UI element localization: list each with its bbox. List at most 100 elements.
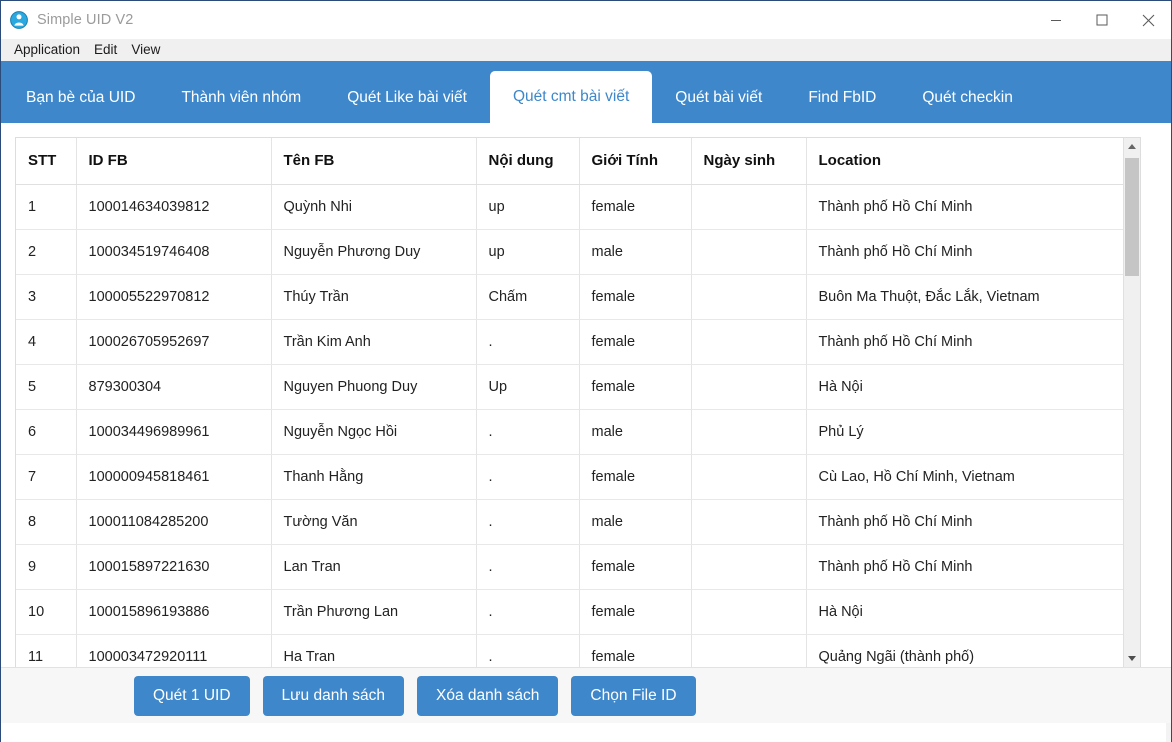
- cell-ngay-sinh[interactable]: [691, 184, 807, 230]
- table-vertical-scrollbar[interactable]: [1123, 138, 1140, 667]
- cell-ten-fb[interactable]: Trần Kim Anh: [271, 319, 477, 365]
- cell-ten-fb[interactable]: Thanh Hằng: [271, 454, 477, 500]
- cell-location[interactable]: Buôn Ma Thuột, Đắc Lắk, Vietnam: [806, 274, 1123, 320]
- cell-gioi-tinh[interactable]: male: [579, 229, 692, 275]
- tab-quet-bai-viet[interactable]: Quét bài viết: [652, 73, 785, 123]
- cell-gioi-tinh[interactable]: female: [579, 274, 692, 320]
- cell-ten-fb[interactable]: Nguyễn Ngọc Hồi: [271, 409, 477, 455]
- cell-stt[interactable]: 4: [16, 319, 77, 365]
- cell-id-fb[interactable]: 100015897221630: [76, 544, 272, 590]
- cell-id-fb[interactable]: 100015896193886: [76, 589, 272, 635]
- cell-ngay-sinh[interactable]: [691, 544, 807, 590]
- cell-noi-dung[interactable]: .: [476, 634, 580, 667]
- cell-stt[interactable]: 1: [16, 184, 77, 230]
- cell-noi-dung[interactable]: up: [476, 229, 580, 275]
- minimize-button[interactable]: [1033, 1, 1079, 39]
- table-row[interactable]: 10 100015896193886 Trần Phương Lan. female H…: [16, 589, 1123, 635]
- xoa-danh-sach-button[interactable]: Xóa danh sách: [416, 675, 559, 716]
- tab-ban-be-cua-uid[interactable]: Bạn bè của UID: [3, 73, 158, 123]
- cell-stt[interactable]: 2: [16, 229, 77, 275]
- cell-gioi-tinh[interactable]: female: [579, 634, 692, 667]
- cell-id-fb[interactable]: 879300304: [76, 364, 272, 410]
- cell-ten-fb[interactable]: Thúy Trần: [271, 274, 477, 320]
- quet-1-uid-button[interactable]: Quét 1 UID: [134, 675, 250, 716]
- cell-noi-dung[interactable]: .: [476, 409, 580, 455]
- tab-find-fbid[interactable]: Find FbID: [785, 73, 899, 123]
- luu-danh-sach-button[interactable]: Lưu danh sách: [262, 675, 404, 716]
- column-header-location[interactable]: Location: [806, 138, 1123, 185]
- cell-gioi-tinh[interactable]: female: [579, 184, 692, 230]
- cell-gioi-tinh[interactable]: male: [579, 499, 692, 545]
- cell-location[interactable]: Thành phố Hồ Chí Minh: [806, 229, 1123, 275]
- cell-ngay-sinh[interactable]: [691, 589, 807, 635]
- cell-stt[interactable]: 6: [16, 409, 77, 455]
- cell-ngay-sinh[interactable]: [691, 229, 807, 275]
- cell-ten-fb[interactable]: Tường Văn: [271, 499, 477, 545]
- cell-noi-dung[interactable]: .: [476, 589, 580, 635]
- menu-item-view[interactable]: View: [124, 39, 167, 61]
- table-row[interactable]: 8 100011084285200 Tường Văn. male Thành phố …: [16, 499, 1123, 545]
- cell-stt[interactable]: 7: [16, 454, 77, 500]
- cell-ngay-sinh[interactable]: [691, 364, 807, 410]
- menu-item-application[interactable]: Application: [7, 39, 87, 61]
- cell-id-fb[interactable]: 100034519746408: [76, 229, 272, 275]
- cell-noi-dung[interactable]: .: [476, 499, 580, 545]
- cell-stt[interactable]: 9: [16, 544, 77, 590]
- column-header-ten-fb[interactable]: Tên FB: [271, 138, 477, 185]
- table-row[interactable]: 4 100026705952697 Trần Kim Anh. female Thành…: [16, 319, 1123, 365]
- cell-stt[interactable]: 3: [16, 274, 77, 320]
- cell-stt[interactable]: 8: [16, 499, 77, 545]
- cell-location[interactable]: Quảng Ngãi (thành phố): [806, 634, 1123, 667]
- table-row[interactable]: 5 879300304 Nguyen Phuong Duy Up female Hà Nộ…: [16, 364, 1123, 410]
- column-header-id-fb[interactable]: ID FB: [76, 138, 272, 185]
- cell-ngay-sinh[interactable]: [691, 409, 807, 455]
- cell-stt[interactable]: 5: [16, 364, 77, 410]
- table-row[interactable]: 3 100005522970812 Thúy Trần Chấm female Buôn …: [16, 274, 1123, 320]
- cell-ten-fb[interactable]: Lan Tran: [271, 544, 477, 590]
- cell-ngay-sinh[interactable]: [691, 319, 807, 365]
- cell-gioi-tinh[interactable]: female: [579, 589, 692, 635]
- cell-location[interactable]: Thành phố Hồ Chí Minh: [806, 544, 1123, 590]
- table-row[interactable]: 2 100034519746408 Nguyễn Phương Duy up male T…: [16, 229, 1123, 275]
- cell-id-fb[interactable]: 100011084285200: [76, 499, 272, 545]
- cell-noi-dung[interactable]: up: [476, 184, 580, 230]
- scrollbar-thumb[interactable]: [1125, 158, 1139, 276]
- cell-gioi-tinh[interactable]: female: [579, 454, 692, 500]
- cell-noi-dung[interactable]: .: [476, 454, 580, 500]
- cell-ngay-sinh[interactable]: [691, 274, 807, 320]
- chon-file-id-button[interactable]: Chọn File ID: [571, 675, 696, 716]
- cell-ten-fb[interactable]: Quỳnh Nhi: [271, 184, 477, 230]
- cell-id-fb[interactable]: 100034496989961: [76, 409, 272, 455]
- cell-location[interactable]: Hà Nội: [806, 364, 1123, 410]
- column-header-noi-dung[interactable]: Nội dung: [476, 138, 580, 185]
- cell-noi-dung[interactable]: Chấm: [476, 274, 580, 320]
- cell-gioi-tinh[interactable]: female: [579, 544, 692, 590]
- cell-id-fb[interactable]: 100000945818461: [76, 454, 272, 500]
- table-row[interactable]: 9 100015897221630 Lan Tran. female Thành phố…: [16, 544, 1123, 590]
- cell-id-fb[interactable]: 100026705952697: [76, 319, 272, 365]
- table-row[interactable]: 7 100000945818461 Thanh Hằng. female Cù Lao,…: [16, 454, 1123, 500]
- table-row[interactable]: 11 100003472920111 Ha Tran. female Quảng Ngã…: [16, 634, 1123, 667]
- table-row[interactable]: 6 100034496989961 Nguyễn Ngọc Hồi. male Phủ …: [16, 409, 1123, 455]
- tab-quet-cmt-bai-viet[interactable]: Quét cmt bài viết: [489, 71, 653, 123]
- table-row[interactable]: 1 100014634039812 Quỳnh Nhi up female Thành p…: [16, 184, 1123, 230]
- scroll-up-arrow-icon[interactable]: [1124, 138, 1140, 155]
- cell-ten-fb[interactable]: Nguyen Phuong Duy: [271, 364, 477, 410]
- cell-ten-fb[interactable]: Trần Phương Lan: [271, 589, 477, 635]
- cell-ngay-sinh[interactable]: [691, 454, 807, 500]
- cell-stt[interactable]: 11: [16, 634, 77, 667]
- cell-location[interactable]: Thành phố Hồ Chí Minh: [806, 319, 1123, 365]
- scroll-down-arrow-icon[interactable]: [1124, 650, 1140, 667]
- cell-ngay-sinh[interactable]: [691, 499, 807, 545]
- tab-quet-checkin[interactable]: Quét checkin: [899, 73, 1035, 123]
- cell-ten-fb[interactable]: Ha Tran: [271, 634, 477, 667]
- cell-ngay-sinh[interactable]: [691, 634, 807, 667]
- cell-id-fb[interactable]: 100003472920111: [76, 634, 272, 667]
- tab-thanh-vien-nhom[interactable]: Thành viên nhóm: [158, 73, 324, 123]
- tab-quet-like-bai-viet[interactable]: Quét Like bài viết: [324, 73, 490, 123]
- cell-id-fb[interactable]: 100005522970812: [76, 274, 272, 320]
- cell-noi-dung[interactable]: .: [476, 544, 580, 590]
- cell-noi-dung[interactable]: Up: [476, 364, 580, 410]
- cell-gioi-tinh[interactable]: female: [579, 364, 692, 410]
- column-header-ngay-sinh[interactable]: Ngày sinh: [691, 138, 807, 185]
